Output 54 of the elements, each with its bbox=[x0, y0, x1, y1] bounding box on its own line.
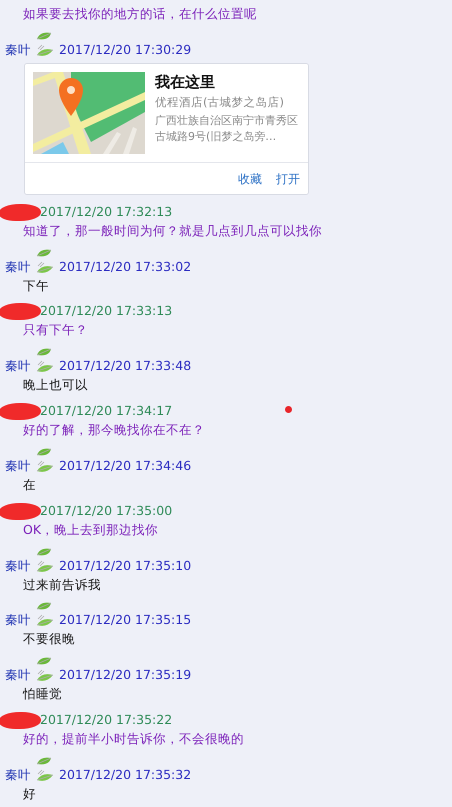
timestamp: 2017/12/20 17:34:46 bbox=[59, 456, 192, 475]
sender-name: 秦叶 bbox=[5, 258, 31, 276]
sender-name: 秦叶 bbox=[5, 611, 31, 630]
message-text: 如果要去找你的地方的话，在什么位置呢 bbox=[23, 6, 257, 21]
message-text: 过来前告诉我 bbox=[23, 576, 101, 592]
timestamp: 2017/12/20 17:35:15 bbox=[59, 611, 192, 630]
message-text: 好的，提前半小时告诉你，不会很晚的 bbox=[23, 731, 244, 746]
sender-name: 秦叶 bbox=[5, 40, 31, 59]
message-text: 知道了，那一般时间为何？就是几点到几点可以找你 bbox=[23, 222, 322, 238]
message-text: 不要很晚 bbox=[23, 631, 75, 646]
card-title: 我在这里 bbox=[155, 72, 216, 92]
place-name: 优程酒店(古城梦之岛店) bbox=[155, 94, 285, 110]
timestamp: 2017/12/20 17:32:13 bbox=[40, 202, 172, 221]
timestamp: 2017/12/20 17:33:02 bbox=[59, 258, 192, 276]
dot-mark bbox=[285, 406, 292, 413]
sender-name: 秦叶 bbox=[5, 666, 31, 684]
leaf-icon bbox=[34, 446, 56, 474]
message-text: 晚上也可以 bbox=[23, 377, 88, 392]
timestamp: 2017/12/20 17:33:13 bbox=[40, 302, 172, 320]
redaction-mark bbox=[0, 403, 41, 420]
timestamp: 2017/12/20 17:33:48 bbox=[59, 357, 192, 376]
message-text: 下午 bbox=[23, 278, 49, 293]
leaf-icon bbox=[34, 346, 56, 374]
location-card[interactable]: 我在这里 优程酒店(古城梦之岛店) 广西壮族自治区南宁市青秀区古城路9号(旧梦之岛旁… 收藏 打开 bbox=[24, 62, 309, 195]
redaction-mark bbox=[0, 204, 41, 221]
redaction-mark bbox=[0, 502, 41, 520]
leaf-icon bbox=[34, 755, 56, 783]
sender-name: 秦叶 bbox=[5, 556, 31, 575]
message-text: 好 bbox=[23, 786, 36, 801]
leaf-icon bbox=[34, 246, 56, 275]
leaf-icon bbox=[34, 655, 56, 684]
redaction-mark bbox=[0, 303, 41, 320]
timestamp: 2017/12/20 17:35:32 bbox=[59, 766, 192, 784]
sender-name: 秦叶 bbox=[5, 357, 31, 376]
message-text: 怕睡觉 bbox=[23, 686, 62, 702]
card-action-link[interactable]: 收藏 bbox=[238, 170, 262, 188]
redaction-mark bbox=[0, 712, 41, 730]
message-text: 只有下午？ bbox=[23, 322, 88, 338]
card-action-link[interactable]: 打开 bbox=[276, 170, 300, 188]
message-text: OK，晚上去到那边找你 bbox=[23, 522, 158, 537]
message-text: 在 bbox=[23, 476, 36, 492]
timestamp: 2017/12/20 17:34:17 bbox=[40, 402, 172, 420]
leaf-icon bbox=[34, 546, 56, 574]
leaf-icon bbox=[34, 600, 56, 628]
leaf-icon bbox=[34, 30, 56, 58]
timestamp: 2017/12/20 17:35:22 bbox=[40, 711, 172, 730]
timestamp: 2017/12/20 17:35:00 bbox=[40, 502, 172, 520]
address-text: 广西壮族自治区南宁市青秀区古城路9号(旧梦之岛旁… bbox=[155, 112, 299, 145]
message-text: 好的了解，那今晚找你在不在？ bbox=[23, 422, 205, 438]
timestamp: 2017/12/20 17:30:29 bbox=[59, 40, 192, 59]
sender-name: 秦叶 bbox=[5, 766, 31, 784]
timestamp: 2017/12/20 17:35:19 bbox=[59, 666, 192, 684]
timestamp: 2017/12/20 17:35:10 bbox=[59, 556, 192, 575]
sender-name: 秦叶 bbox=[5, 456, 31, 475]
